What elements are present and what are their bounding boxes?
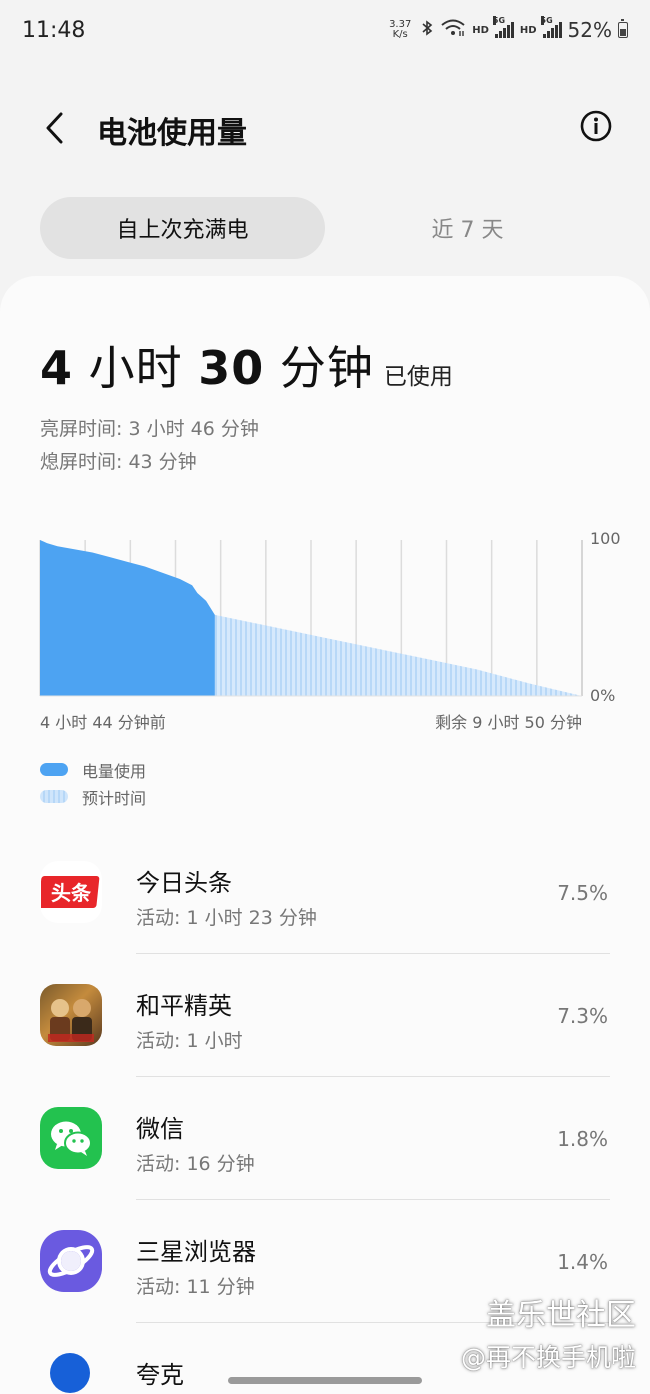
app-row-wechat[interactable]: 微信 活动: 16 分钟 1.8% [0,1077,650,1200]
battery-percent: 52% [567,18,612,42]
info-icon [580,110,612,142]
legend-swatch-used [40,763,68,776]
screen-off-time: 熄屏时间: 43 分钟 [40,451,197,473]
legend-item-predicted: 预计时间 [40,783,146,810]
watermark-author: @再不换手机啦 [460,1343,636,1372]
legend-item-used: 电量使用 [40,756,146,783]
bluetooth-icon [420,19,434,41]
y-axis-max-label: 100 [590,529,621,548]
legend-label-used: 电量使用 [82,761,147,781]
app-activity: 活动: 16 分钟 [136,1153,255,1175]
usage-minutes-unit: 分钟 [279,341,374,395]
watermark-community: 盖乐世社区 [486,1298,636,1333]
used-area [40,540,215,696]
app-percent: 7.3% [557,1004,608,1028]
app-activity: 活动: 11 分钟 [136,1276,255,1298]
predicted-area [214,614,582,696]
app-row-peace-elite[interactable]: 和平精英 活动: 1 小时 7.3% [0,954,650,1077]
quark-icon [50,1353,90,1393]
status-bar: 11:48 3.37 K/s HD 5G HD 5G 52% [0,0,650,60]
tab-last-7-days[interactable]: 近 7 天 [325,197,610,259]
app-percent: 1.4% [557,1250,608,1274]
battery-chart: 100 0% 4 小时 44 分钟前 剩余 9 小时 50 分钟 [0,526,650,736]
app-percent: 1.8% [557,1127,608,1151]
usage-hours: 4 [40,341,74,395]
usage-minutes: 30 [198,341,265,395]
usage-total: 4 小时 30 分钟 已使用 [40,332,453,398]
network-speed: 3.37 K/s [386,20,414,40]
chart-legend: 电量使用 预计时间 [40,756,146,810]
legend-label-predicted: 预计时间 [82,788,147,808]
status-icons: 3.37 K/s HD 5G HD 5G 52% [386,16,628,42]
battery-chart-svg [39,540,583,697]
app-activity: 活动: 1 小时 23 分钟 [136,907,317,929]
app-header: 电池使用量 [0,96,650,160]
toutiao-logo: 头条 [41,876,100,908]
page-title: 电池使用量 [97,116,247,151]
hd-label-1: HD [472,24,489,36]
browser-icon [40,1230,102,1292]
toutiao-logo-text: 头条 [51,881,92,905]
battery-usage-card: 4 小时 30 分钟 已使用 亮屏时间: 3 小时 46 分钟 熄屏时间: 43… [0,276,650,1394]
usage-hours-unit: 小时 [88,341,183,395]
game-icon [40,984,102,1046]
app-name: 微信 [136,1115,184,1143]
hd-label-2: HD [519,24,537,36]
network-type-1: 5G [492,16,506,25]
x-axis-start-label: 4 小时 44 分钟前 [40,713,166,732]
app-percent: 7.5% [557,881,608,905]
app-name: 三星浏览器 [136,1238,256,1266]
chevron-left-icon [46,112,63,144]
network-speed-unit: K/s [392,29,408,40]
back-button[interactable] [30,104,78,152]
screen-on-time: 亮屏时间: 3 小时 46 分钟 [40,418,259,440]
usage-duration: 4 小时 30 分钟 [40,332,374,398]
wechat-icon [40,1107,102,1169]
home-indicator[interactable] [228,1377,422,1384]
app-row-toutiao[interactable]: 头条 今日头条 活动: 1 小时 23 分钟 7.5% [0,831,650,954]
period-tabs: 自上次充满电 近 7 天 [40,197,610,259]
app-name: 今日头条 [136,869,232,897]
toutiao-icon: 头条 [40,861,102,923]
signal-icon-2: 5G [540,16,562,38]
x-axis-end-label: 剩余 9 小时 50 分钟 [435,713,582,732]
app-name: 夸克 [136,1361,184,1389]
app-activity: 活动: 1 小时 [136,1030,243,1052]
legend-swatch-predicted [40,790,68,803]
app-name: 和平精英 [136,992,232,1020]
network-type-2: 5G [540,16,553,25]
tab-since-full-charge[interactable]: 自上次充满电 [40,197,325,259]
info-button[interactable] [574,104,618,148]
usage-suffix: 已使用 [383,364,453,390]
y-axis-min-label: 0% [590,686,616,705]
wifi-icon [440,19,466,41]
signal-icon-1: 5G [492,16,514,38]
clock: 11:48 [22,17,86,43]
battery-icon [618,19,628,38]
